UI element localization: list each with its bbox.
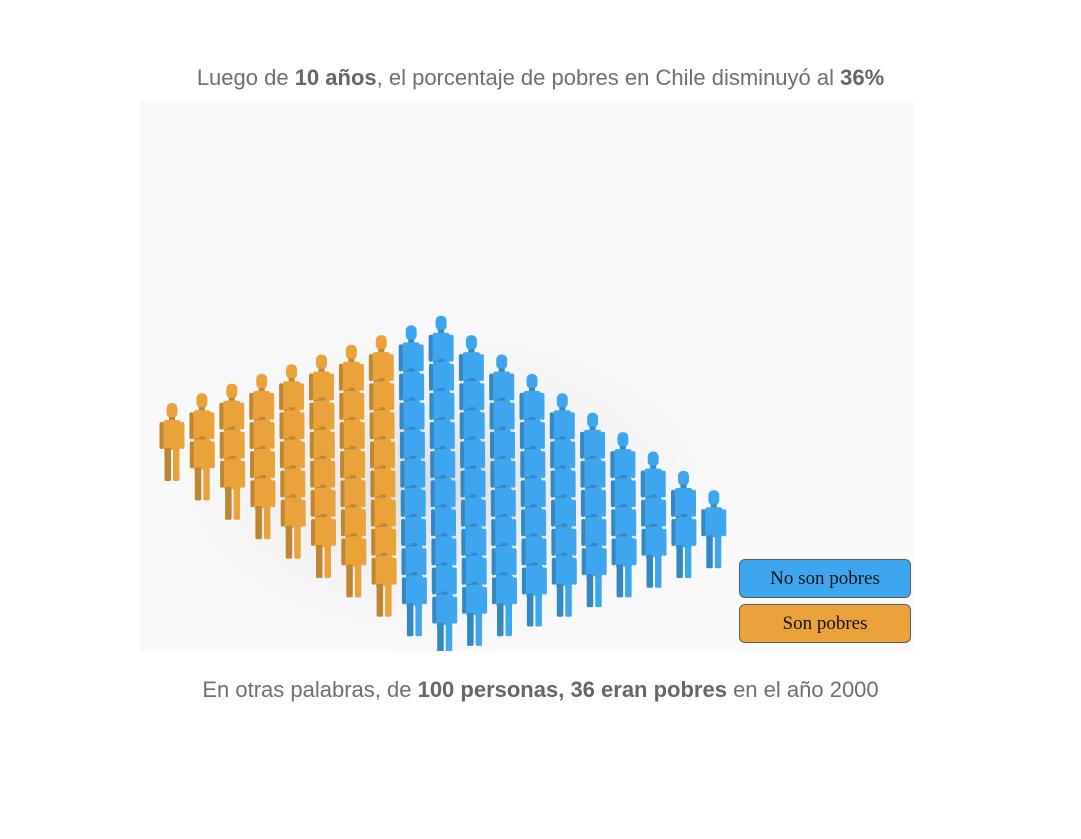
title-percent: 36% (840, 65, 885, 90)
chart-caption: En otras palabras, de 100 personas, 36 e… (0, 676, 1081, 704)
caption-highlight: 100 personas, 36 eran pobres (417, 677, 727, 702)
title-prefix: Luego de (196, 65, 295, 90)
caption-prefix: En otras palabras, de (202, 677, 418, 702)
title-middle: , el porcentaje de pobres en Chile dismi… (376, 65, 841, 90)
caption-suffix: en el año 2000 (726, 677, 879, 702)
legend-not-poor: No son pobres (739, 559, 911, 598)
pictogram-panel: No son pobres Son pobres (140, 101, 915, 651)
title-years: 10 años (294, 65, 377, 90)
legend-poor: Son pobres (739, 604, 911, 643)
chart-title: Luego de 10 años, el porcentaje de pobre… (0, 64, 1081, 92)
